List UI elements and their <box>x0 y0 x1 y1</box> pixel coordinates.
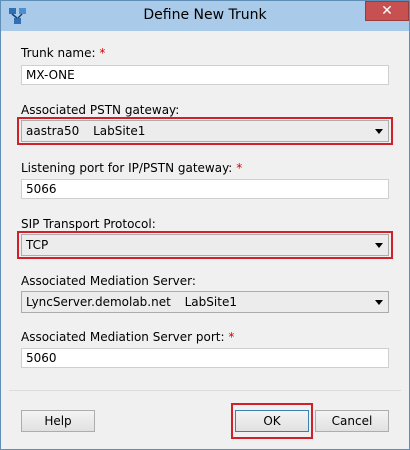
mediation-server-label: Associated Mediation Server: <box>21 274 196 288</box>
mediation-port-label: Associated Mediation Server port: * <box>21 330 234 344</box>
help-button[interactable]: Help <box>21 410 95 432</box>
mediation-port-label-text: Associated Mediation Server port: <box>21 330 225 344</box>
dialog-body: Trunk name: * MX-ONE Associated PSTN gat… <box>9 31 401 443</box>
pstn-gateway-select[interactable]: aastra50 LabSite1 <box>21 120 389 142</box>
sip-transport-select[interactable]: TCP <box>21 234 389 256</box>
dialog-title: Define New Trunk <box>143 7 267 23</box>
trunk-name-label: Trunk name: * <box>21 46 105 60</box>
ok-button[interactable]: OK <box>235 410 309 432</box>
trunk-name-label-text: Trunk name: <box>21 46 96 60</box>
chevron-down-icon[interactable] <box>371 121 388 141</box>
listening-port-label: Listening port for IP/PSTN gateway: * <box>21 161 242 175</box>
gateway-name: aastra50 <box>26 124 80 138</box>
required-marker: * <box>99 46 106 60</box>
gateway-site: LabSite1 <box>93 124 146 138</box>
pstn-gateway-label: Associated PSTN gateway: <box>21 103 180 117</box>
cancel-button[interactable]: Cancel <box>315 410 389 432</box>
mediation-port-input[interactable]: 5060 <box>21 348 389 368</box>
chevron-down-icon[interactable] <box>371 235 388 255</box>
close-button[interactable]: ✕ <box>365 1 409 21</box>
define-new-trunk-dialog: Define New Trunk ✕ Trunk name: * MX-ONE … <box>0 0 410 450</box>
sip-transport-value: TCP <box>26 238 49 252</box>
mediation-server-select[interactable]: LyncServer.demolab.net LabSite1 <box>21 291 389 313</box>
button-separator <box>9 390 401 391</box>
chevron-down-icon[interactable] <box>371 292 388 312</box>
listening-port-label-text: Listening port for IP/PSTN gateway: <box>21 161 233 175</box>
listening-port-input[interactable]: 5066 <box>21 179 389 199</box>
title-bar: Define New Trunk ✕ <box>1 1 409 31</box>
required-marker: * <box>228 330 235 344</box>
required-marker: * <box>236 161 243 175</box>
trunk-name-input[interactable]: MX-ONE <box>21 65 389 85</box>
mediation-server-name: LyncServer.demolab.net <box>26 295 171 309</box>
sip-transport-label: SIP Transport Protocol: <box>21 217 156 231</box>
mediation-server-site: LabSite1 <box>184 295 237 309</box>
